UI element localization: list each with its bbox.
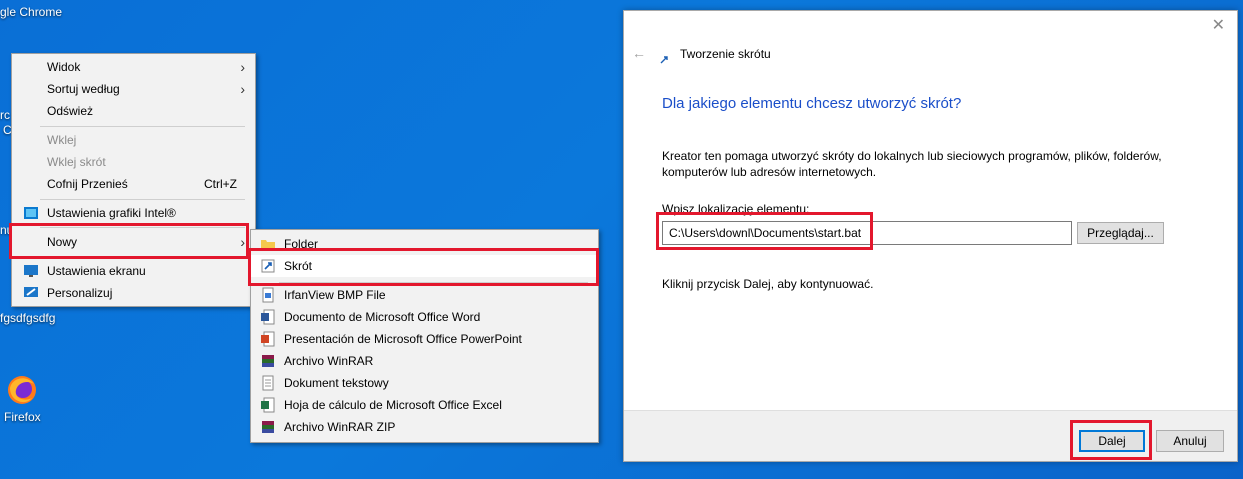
submenu-item-label: Folder [284,237,319,251]
submenu-item-label: Dokument tekstowy [284,376,389,390]
menu-item-label: Sortuj według [47,82,120,96]
menu-item-label: Nowy [47,235,78,249]
menu-item-paste-shortcut: Wklej skrót [12,151,255,173]
winrar-zip-icon [260,419,276,435]
menu-item-label: Wklej [47,133,77,147]
excel-icon [260,397,276,413]
dialog-footer: Dalej Anuluj [624,410,1237,461]
monitor-icon [23,263,39,279]
continue-hint: Kliknij przycisk Dalej, aby kontynuować. [662,277,874,291]
submenu-item-winrar[interactable]: Archivo WinRAR [251,350,598,372]
menu-item-paste: Wklej [12,129,255,151]
submenu-item-shortcut[interactable]: Skrót [251,255,598,277]
cancel-button[interactable]: Anuluj [1156,430,1224,452]
submenu-item-word[interactable]: Documento de Microsoft Office Word [251,306,598,328]
menu-item-intel-graphics[interactable]: Ustawienia grafiki Intel® [12,202,255,224]
dialog-title: Tworzenie skrótu [680,47,771,61]
back-arrow-icon[interactable]: ← [632,45,646,61]
shortcut-wizard-icon [660,53,668,67]
text-document-icon [260,375,276,391]
intel-graphics-icon [23,205,39,221]
menu-item-shortcut: Ctrl+Z [204,177,237,191]
close-icon[interactable]: ✕ [1212,15,1225,35]
dialog-description: Kreator ten pomaga utworzyć skróty do lo… [662,149,1162,179]
submenu-item-label: Documento de Microsoft Office Word [284,310,481,324]
menu-item-personalize[interactable]: Personalizuj [12,282,255,304]
submenu-item-powerpoint[interactable]: Presentación de Microsoft Office PowerPo… [251,328,598,350]
menu-item-view[interactable]: Widok › [12,56,255,78]
submenu-item-label: Hoja de cálculo de Microsoft Office Exce… [284,398,502,412]
chevron-right-icon: › [240,234,245,250]
submenu-item-winrar-zip[interactable]: Archivo WinRAR ZIP [251,416,598,438]
bmp-file-icon [260,287,276,303]
menu-separator [40,126,245,127]
submenu-item-label: Skrót [284,259,313,273]
menu-item-label: Odśwież [47,104,94,118]
menu-separator [40,199,245,200]
menu-item-display-settings[interactable]: Ustawienia ekranu [12,260,255,282]
shortcut-icon [260,258,276,274]
menu-item-sort-by[interactable]: Sortuj według › [12,78,255,100]
menu-item-label: Personalizuj [47,286,113,300]
submenu-item-label: Presentación de Microsoft Office PowerPo… [284,332,522,346]
location-label: Wpisz lokalizację elementu: [662,202,810,216]
next-button[interactable]: Dalej [1079,430,1145,452]
desktop-icon-label-chrome[interactable]: gle Chrome [0,5,62,19]
menu-item-label: Wklej skrót [47,155,106,169]
dialog-heading: Dla jakiego elementu chcesz utworzyć skr… [662,95,962,112]
submenu-item-label: Archivo WinRAR ZIP [284,420,396,434]
word-icon [260,309,276,325]
location-input[interactable] [662,221,1072,245]
desktop-icon-label-firefox[interactable]: Firefox [4,410,41,424]
create-shortcut-dialog: ✕ ← Tworzenie skrótu Dla jakiego element… [623,10,1238,462]
submenu-item-excel[interactable]: Hoja de cálculo de Microsoft Office Exce… [251,394,598,416]
menu-item-undo-move[interactable]: Cofnij Przenieś Ctrl+Z [12,173,255,195]
submenu-item-label: Archivo WinRAR [284,354,374,368]
new-submenu: Folder Skrót IrfanView BMP File Document… [250,229,599,443]
menu-item-label: Widok [47,60,81,74]
chevron-right-icon: › [240,81,245,97]
menu-item-label: Cofnij Przenieś [47,177,128,191]
personalize-icon [23,285,39,301]
desktop-fragment-1: rc [0,108,10,122]
winrar-icon [260,353,276,369]
submenu-item-text-document[interactable]: Dokument tekstowy [251,372,598,394]
menu-item-label: Ustawienia grafiki Intel® [47,206,176,220]
submenu-item-label: IrfanView BMP File [284,288,386,302]
menu-item-label: Ustawienia ekranu [47,264,146,278]
powerpoint-icon [260,331,276,347]
submenu-item-folder[interactable]: Folder [251,233,598,255]
firefox-icon[interactable] [6,374,38,406]
menu-item-refresh[interactable]: Odśwież [12,100,255,122]
desktop-context-menu: Widok › Sortuj według › Odśwież Wklej Wk… [11,53,256,307]
submenu-item-irfanview[interactable]: IrfanView BMP File [251,284,598,306]
desktop-icon-label-fgsdfg[interactable]: fgsdfgsdfg [0,311,55,325]
menu-separator [279,282,588,283]
folder-icon [260,236,276,252]
menu-item-new[interactable]: Nowy › [12,231,255,253]
chevron-right-icon: › [240,59,245,75]
browse-button[interactable]: Przeglądaj... [1077,222,1164,244]
menu-separator [40,227,245,228]
menu-separator [40,257,245,258]
